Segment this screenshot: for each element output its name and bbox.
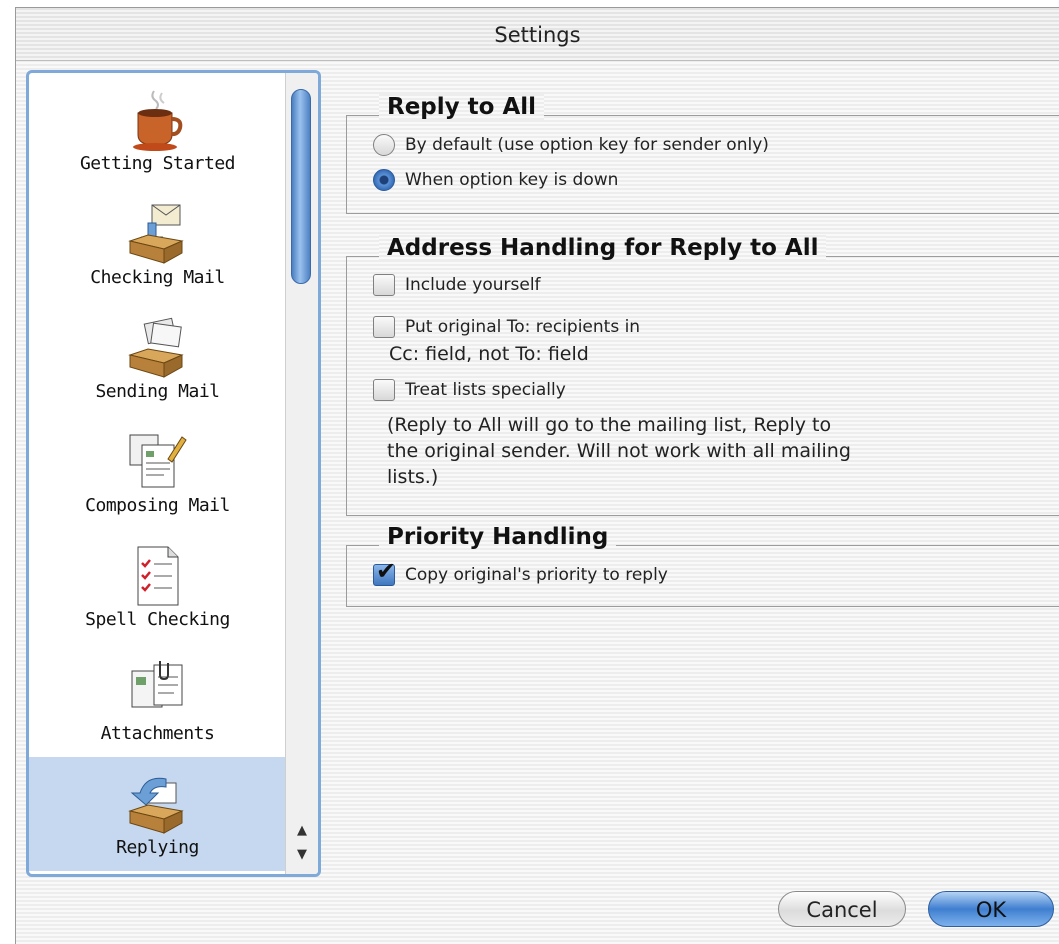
sidebar-item-checking-mail[interactable]: Checking Mail bbox=[29, 187, 286, 301]
radio-by-default[interactable]: By default (use option key for sender on… bbox=[373, 134, 769, 156]
radio-when-option-key-down[interactable]: When option key is down bbox=[373, 169, 618, 191]
compose-document-icon bbox=[129, 434, 187, 488]
reply-to-all-title: Reply to All bbox=[379, 94, 545, 120]
sidebar-item-label: Getting Started bbox=[79, 153, 236, 174]
treat-lists-note-line3: lists.) bbox=[387, 466, 439, 488]
reply-tray-icon bbox=[128, 777, 184, 834]
sidebar-item-label: Attachments bbox=[100, 723, 215, 744]
radio-button-selected-icon[interactable] bbox=[373, 169, 395, 191]
checkbox-label: Copy original's priority to reply bbox=[405, 565, 668, 585]
sidebar-item-replying[interactable]: Replying bbox=[29, 757, 286, 871]
put-original-label-line2: Cc: field, not To: field bbox=[389, 343, 589, 365]
sidebar-item-label: Replying bbox=[116, 837, 199, 858]
sidebar-item-label: Composing Mail bbox=[85, 495, 230, 516]
checkbox-include-yourself[interactable]: Include yourself bbox=[373, 274, 541, 296]
sidebar-item-sending-mail[interactable]: Sending Mail bbox=[29, 301, 286, 415]
radio-label: By default (use option key for sender on… bbox=[405, 135, 769, 155]
sidebar-scrollbar[interactable]: ▲ ▼ bbox=[285, 73, 318, 874]
settings-sidebar[interactable]: Getting Started Checking Mail Sending Ma… bbox=[26, 70, 321, 877]
reply-to-all-group: Reply to All By default (use option key … bbox=[346, 94, 1059, 214]
checkbox-icon[interactable] bbox=[373, 379, 395, 401]
sidebar-item-label: Spell Checking bbox=[85, 609, 230, 630]
checkbox-put-original[interactable]: Put original To: recipients in bbox=[373, 316, 640, 338]
scroll-down-arrow-icon[interactable]: ▼ bbox=[294, 844, 310, 866]
attachment-documents-icon bbox=[131, 661, 183, 708]
sidebar-item-getting-started[interactable]: Getting Started bbox=[29, 73, 286, 187]
checkbox-icon[interactable] bbox=[373, 316, 395, 338]
inbox-tray-icon bbox=[128, 204, 184, 264]
radio-label: When option key is down bbox=[405, 170, 619, 190]
address-handling-group: Address Handling for Reply to All Includ… bbox=[346, 235, 1059, 516]
checkmark-icon: ✔ bbox=[376, 557, 397, 585]
ok-button[interactable]: OK bbox=[928, 891, 1054, 927]
sidebar-item-label: Sending Mail bbox=[95, 381, 220, 402]
sidebar-item-spell-checking[interactable]: Spell Checking bbox=[29, 529, 286, 643]
sidebar-item-attachments[interactable]: Attachments bbox=[29, 643, 286, 757]
radio-button-icon[interactable] bbox=[373, 134, 395, 156]
sidebar-item-composing-mail[interactable]: Composing Mail bbox=[29, 415, 286, 529]
treat-lists-note-line2: the original sender. Will not work with … bbox=[387, 440, 851, 462]
checkbox-copy-priority[interactable]: ✔ Copy original's priority to reply bbox=[373, 557, 668, 586]
priority-handling-title: Priority Handling bbox=[379, 524, 617, 550]
scrollbar-thumb[interactable] bbox=[291, 89, 311, 284]
checkbox-icon[interactable] bbox=[373, 274, 395, 296]
checklist-icon bbox=[137, 546, 179, 606]
checkbox-label: Include yourself bbox=[405, 275, 541, 295]
treat-lists-note-line1: (Reply to All will go to the mailing lis… bbox=[387, 414, 832, 436]
scroll-up-arrow-icon[interactable]: ▲ bbox=[294, 820, 310, 842]
checkbox-label: Put original To: recipients in bbox=[405, 317, 641, 337]
checkbox-treat-lists[interactable]: Treat lists specially bbox=[373, 379, 566, 401]
settings-window: Settings Getting Started Checking Mail S… bbox=[15, 7, 1059, 944]
coffee-cup-icon bbox=[133, 90, 183, 151]
priority-handling-group: Priority Handling ✔ Copy original's prio… bbox=[346, 524, 1059, 607]
window-title: Settings bbox=[16, 8, 1059, 61]
checkbox-checked-icon[interactable]: ✔ bbox=[373, 557, 396, 586]
address-handling-title: Address Handling for Reply to All bbox=[379, 235, 827, 261]
outbox-tray-icon bbox=[128, 317, 184, 378]
cancel-button[interactable]: Cancel bbox=[778, 891, 906, 927]
checkbox-label: Treat lists specially bbox=[405, 380, 566, 400]
sidebar-item-label: Checking Mail bbox=[90, 267, 225, 288]
